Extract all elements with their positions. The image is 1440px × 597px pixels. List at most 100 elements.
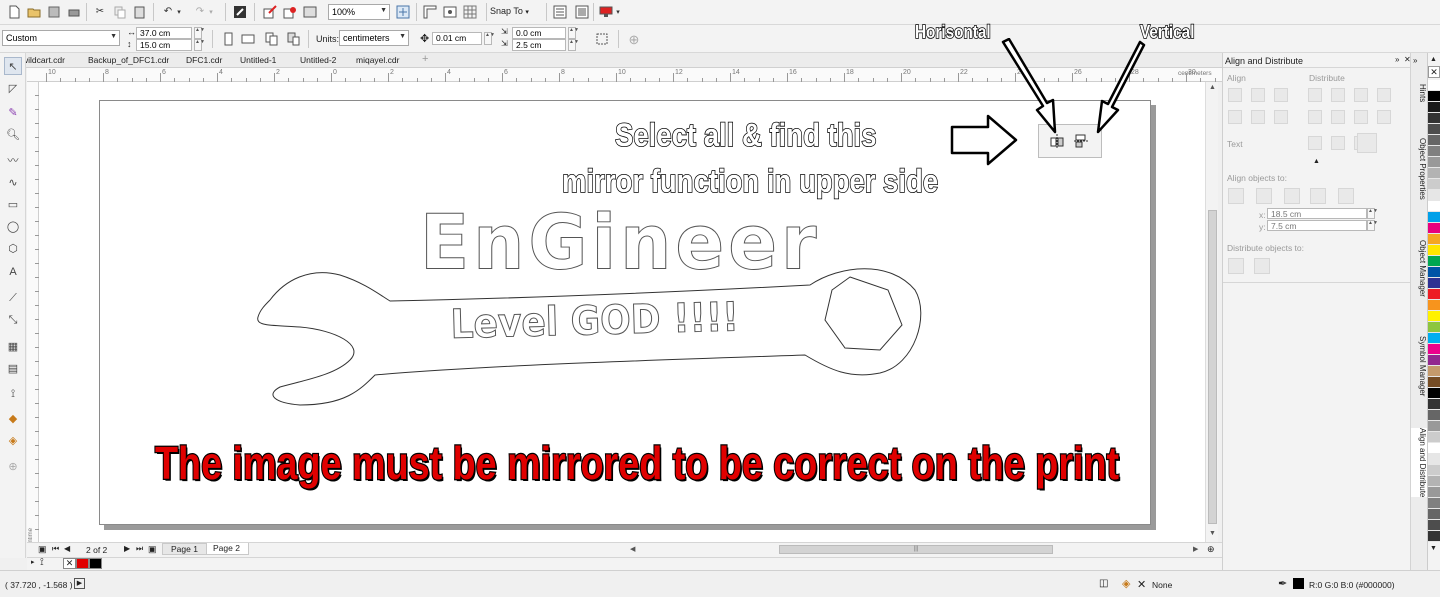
tab-hints[interactable]: Hints [1411,84,1427,102]
export-icon[interactable] [262,4,278,20]
prev-page-icon[interactable]: ◀ [64,544,70,553]
palette-swatch[interactable] [1428,311,1440,322]
add-tool-icon[interactable]: ⊕ [4,457,22,475]
duplicate-x-field[interactable]: 0.0 cm [512,27,566,39]
palette-swatch[interactable] [1428,256,1440,267]
width-stepper[interactable]: ▲▼ [194,27,205,39]
palette-swatch[interactable] [1428,410,1440,421]
vertical-scroll-thumb[interactable] [1208,210,1217,524]
horizontal-scrollbar[interactable]: ◀ ||| ▶ [625,543,1205,556]
align-button-0[interactable] [1228,88,1242,102]
align-button-2[interactable] [1274,88,1288,102]
palette-swatch[interactable] [1428,190,1440,201]
palette-swatch[interactable] [1428,388,1440,399]
paste-icon[interactable] [132,4,148,20]
color-proof-icon[interactable]: ◫ [1099,578,1108,589]
align-button-4[interactable] [1251,110,1265,124]
first-page-icon[interactable]: ⏮ [52,544,59,554]
palette-swatch[interactable] [1428,520,1440,531]
redo-dropdown-icon[interactable]: ▾ [207,4,215,20]
palette-swatch[interactable] [1428,201,1440,212]
status-play-icon[interactable]: ▶ [74,578,85,589]
new-document-icon[interactable] [6,4,22,20]
black-swatch[interactable] [89,558,102,569]
parallel-dimension-icon[interactable]: ⟋ [4,289,22,307]
tab-document-2[interactable]: DFC1.cdr [186,54,222,67]
palette-swatch[interactable] [1428,498,1440,509]
zoom-tool-icon[interactable]: 🔍︎ [4,125,22,143]
palette-menu-icon[interactable]: ▸ [31,558,35,566]
align-button-1[interactable] [1251,88,1265,102]
palette-swatch[interactable] [1428,509,1440,520]
palette-swatch[interactable] [1428,267,1440,278]
palette-swatch[interactable] [1428,487,1440,498]
zoom-level-select[interactable]: 100% ▼ [328,4,390,20]
current-page-icon[interactable] [286,31,302,47]
application-launcher-icon[interactable] [574,4,590,20]
eyedropper-tool-icon[interactable]: ⟟ [4,385,22,403]
grid-icon[interactable] [462,4,478,20]
text-tool-icon[interactable]: A [4,263,22,281]
shape-tool-icon[interactable]: ◸ [4,79,22,97]
tab-page-2[interactable]: Page 2 [206,543,249,555]
distribute-button-1[interactable] [1331,88,1345,102]
scroll-left-icon[interactable]: ◀ [630,545,635,553]
red-swatch[interactable] [76,558,89,569]
options-icon[interactable] [552,4,568,20]
text-align-button-1[interactable] [1331,136,1345,150]
undo-dropdown-icon[interactable]: ▾ [175,4,183,20]
portrait-icon[interactable] [220,31,236,47]
distribute-button-4[interactable] [1308,110,1322,124]
tab-document-4[interactable]: Untitled-2 [300,54,336,67]
new-tab-icon[interactable]: + [422,53,428,65]
tab-document-0[interactable]: wildcart.cdr [22,54,65,67]
palette-swatch[interactable] [1428,476,1440,487]
palette-swatch[interactable] [1428,399,1440,410]
distribute-button-7[interactable] [1377,110,1391,124]
distribute-target-button-1[interactable] [1254,258,1270,274]
add-icon[interactable]: ⊕ [626,31,642,47]
distribute-button-0[interactable] [1308,88,1322,102]
vertical-scrollbar[interactable]: ▲ ▼ [1205,82,1218,542]
align-target-button-4[interactable] [1338,188,1354,204]
pin-icon[interactable]: » [1413,56,1417,65]
palette-swatch[interactable] [1428,168,1440,179]
distribute-target-button-0[interactable] [1228,258,1244,274]
duplicate-y-field[interactable]: 2.5 cm [512,39,566,51]
tab-document-5[interactable]: miqayel.cdr [356,54,399,67]
ellipse-tool-icon[interactable]: ◯ [4,217,22,235]
y-stepper[interactable]: ▲▼ [1367,220,1378,231]
palette-swatch[interactable] [1428,465,1440,476]
outline-pen-icon[interactable]: ✒ [1278,577,1287,590]
wrench-subtitle-text[interactable]: Level GOD !!!! [450,294,740,349]
palette-swatch[interactable] [1428,278,1440,289]
landscape-icon[interactable] [240,31,256,47]
add-page-icon[interactable]: ▣ [148,544,157,555]
smart-fill-icon[interactable]: ◈ [4,431,22,449]
palette-swatch[interactable] [1428,366,1440,377]
nudge-stepper[interactable]: ▲▼ [484,32,495,45]
scroll-right-icon[interactable]: ▶ [1193,545,1198,553]
palette-swatch[interactable] [1428,289,1440,300]
align-button-5[interactable] [1274,110,1288,124]
snap-to-button[interactable]: Snap To ▾ [490,6,529,20]
view-icon[interactable] [442,4,458,20]
copy-icon[interactable] [112,4,128,20]
tab-symbol-manager[interactable]: Symbol Manager [1411,336,1427,396]
palette-swatch[interactable] [1428,322,1440,333]
pick-tool-icon[interactable]: ↖ [4,57,22,75]
distribute-button-6[interactable] [1354,110,1368,124]
no-color-swatch[interactable]: ✕ [63,558,76,569]
palette-swatch[interactable] [1428,179,1440,190]
rectangle-tool-icon[interactable]: ▭ [4,195,22,213]
eyedropper-icon[interactable]: ⟟ [40,557,44,568]
page-settings-icon[interactable]: ▣ [38,544,47,555]
palette-swatch[interactable] [1428,443,1440,454]
wrench-title-text[interactable]: EnGineer [420,198,821,287]
launch-icon[interactable] [598,4,614,20]
last-page-icon[interactable]: ⏭ [136,544,143,554]
palette-swatch[interactable] [1428,432,1440,443]
palette-swatch[interactable] [1428,102,1440,113]
crop-tool-icon[interactable]: ✎ [4,103,22,121]
palette-scroll-up-icon[interactable]: ▲ [1430,56,1437,63]
